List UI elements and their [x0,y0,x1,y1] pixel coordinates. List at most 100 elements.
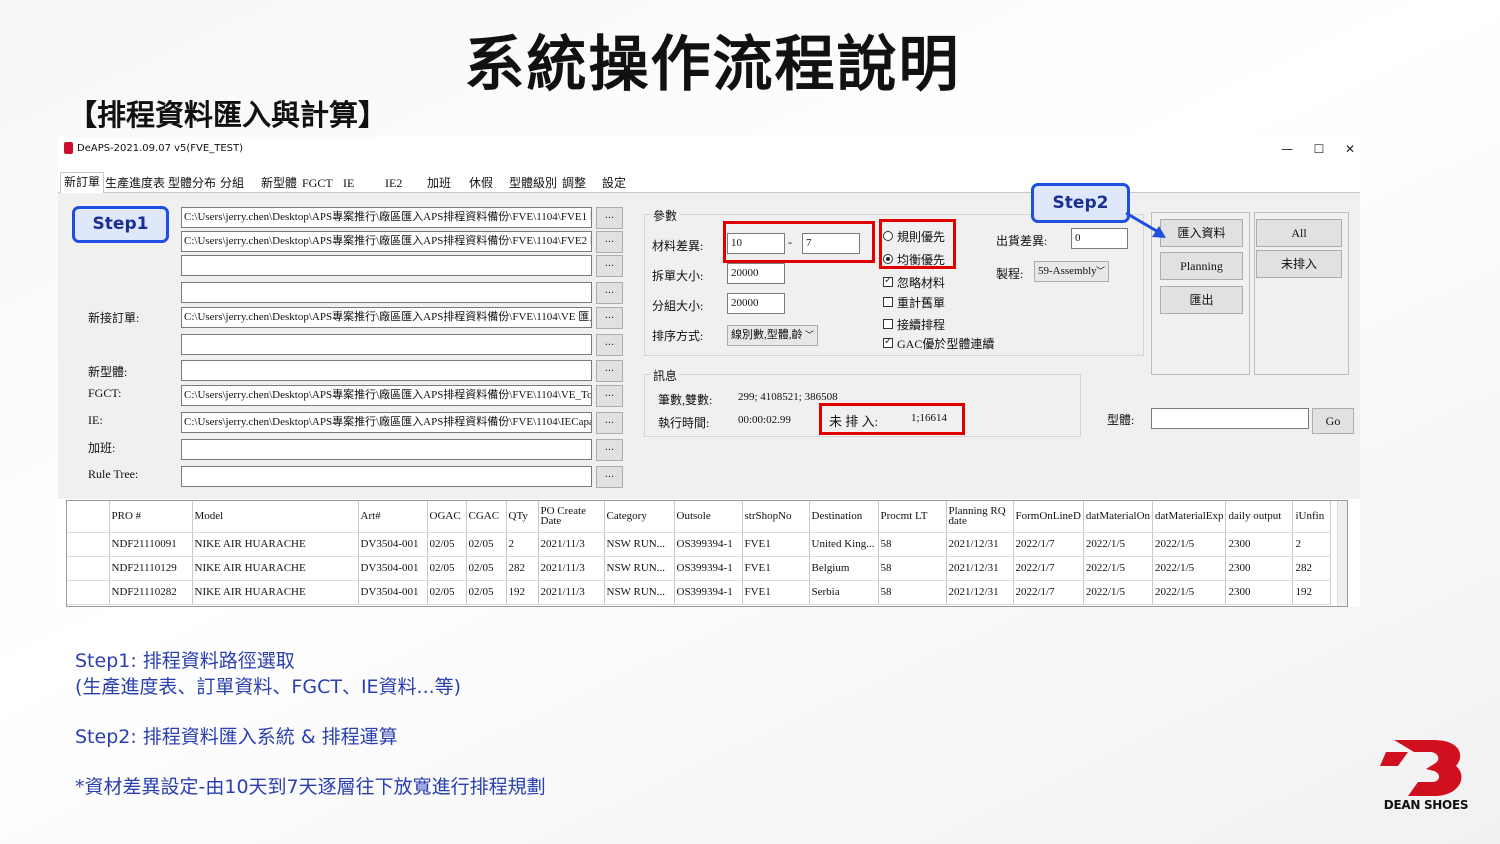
cell[interactable]: 2022/1/7 [1013,556,1084,581]
fgct-field[interactable]: C:\Users\jerry.chen\Desktop\APS專案推行\廠區匯入… [181,385,592,406]
cell[interactable]: 2021/11/3 [538,580,605,605]
table-row[interactable]: NDF21110282 NIKE AIR HUARACHE DV3504-001… [67,580,1332,605]
cell[interactable]: NIKE AIR HUARACHE [192,580,359,605]
continue-schedule-checkbox[interactable] [883,319,893,329]
column-header[interactable]: datMaterialExp [1152,501,1227,533]
cell[interactable]: 02/05 [427,556,467,581]
browse-button-5[interactable]: ... [596,307,623,329]
cell[interactable]: 2021/12/31 [946,532,1014,557]
cell[interactable]: NSW RUN... [604,580,675,605]
tab-adjust[interactable]: 調整 [559,174,589,193]
cell[interactable]: 58 [878,580,947,605]
column-header[interactable]: datMaterialOn [1083,501,1154,533]
tab-holiday[interactable]: 休假 [466,174,496,193]
cell[interactable]: 02/05 [427,580,467,605]
cell[interactable]: 282 [1292,556,1332,581]
tab-ie2[interactable]: IE2 [382,174,405,193]
cell[interactable]: FVE1 [742,532,810,557]
cell[interactable]: 2 [506,532,539,557]
cell[interactable]: FVE1 [742,580,810,605]
cell[interactable]: 2021/12/31 [946,556,1014,581]
cell[interactable]: 2022/1/5 [1083,556,1154,581]
column-header[interactable]: Art# [358,501,428,533]
go-button[interactable]: Go [1312,408,1354,434]
cell[interactable]: 2022/1/5 [1083,532,1154,557]
tab-model-level[interactable]: 型體級別 [506,174,560,193]
column-header[interactable]: Category [604,501,675,533]
browse-button-11[interactable]: ... [596,466,623,488]
tab-overtime[interactable]: 加班 [424,174,454,193]
cell[interactable]: 2022/1/5 [1152,556,1227,581]
cell[interactable]: 02/05 [466,580,507,605]
model-search-input[interactable] [1151,408,1309,429]
cell[interactable]: 282 [506,556,539,581]
rule-tree-field[interactable] [181,466,592,487]
all-button[interactable]: All [1256,219,1342,247]
minimize-button[interactable]: — [1273,139,1301,159]
browse-button-2[interactable]: ... [596,231,623,253]
cell[interactable]: 2022/1/7 [1013,580,1084,605]
tab-grouping[interactable]: 分組 [217,174,247,193]
file-path-field-4[interactable] [181,282,592,303]
cell[interactable]: NDF21110129 [109,556,193,581]
cell[interactable]: 2300 [1225,580,1294,605]
gac-priority-checkbox[interactable] [883,336,893,348]
browse-button-4[interactable]: ... [596,282,623,304]
tab-new-model[interactable]: 新型體 [258,174,300,193]
recalc-old-checkbox[interactable] [883,297,893,307]
cell[interactable]: NDF21110091 [109,532,193,557]
cell[interactable]: 192 [506,580,539,605]
ie-field[interactable]: C:\Users\jerry.chen\Desktop\APS專案推行\廠區匯入… [181,412,592,433]
browse-button-3[interactable]: ... [596,255,623,277]
column-header[interactable]: Model [192,501,359,533]
cell[interactable]: 2022/1/5 [1152,580,1227,605]
cell[interactable]: DV3504-001 [358,556,428,581]
browse-button-6[interactable]: ... [596,334,623,356]
cell[interactable]: 2021/11/3 [538,556,605,581]
cell[interactable]: 02/05 [466,532,507,557]
planning-button[interactable]: Planning [1160,252,1243,280]
file-path-field-2[interactable]: C:\Users\jerry.chen\Desktop\APS專案推行\廠區匯入… [181,231,592,252]
column-header[interactable]: FormOnLineD [1013,501,1084,533]
tab-settings[interactable]: 設定 [599,174,629,193]
row-header[interactable] [67,580,110,605]
overtime-field[interactable] [181,439,592,460]
cell[interactable]: 2022/1/7 [1013,532,1084,557]
cell[interactable]: 58 [878,532,947,557]
cell[interactable]: OS399394-1 [674,580,743,605]
cell[interactable]: 02/05 [466,556,507,581]
cell[interactable]: 2300 [1225,532,1294,557]
tab-progress[interactable]: 生產進度表 [102,174,168,193]
column-header[interactable]: daily output [1225,501,1294,533]
tab-model-distribution[interactable]: 型體分布 [165,174,219,193]
process-select[interactable]: 59-Assembly ﹀ [1034,261,1109,282]
group-size-input[interactable]: 20000 [727,293,785,314]
cell[interactable]: DV3504-001 [358,580,428,605]
cell[interactable]: United King... [809,532,879,557]
cell[interactable]: NIKE AIR HUARACHE [192,556,359,581]
column-header[interactable]: strShopNo [742,501,810,533]
column-header[interactable]: PO Create Date [538,501,605,533]
unscheduled-button[interactable]: 未排入 [1256,250,1342,278]
cell[interactable]: OS399394-1 [674,556,743,581]
browse-button-1[interactable]: ... [596,207,623,229]
cell[interactable]: OS399394-1 [674,532,743,557]
cell[interactable]: NDF21110282 [109,580,193,605]
column-header[interactable]: iUnfin [1292,501,1332,533]
close-button[interactable]: ✕ [1336,139,1364,159]
column-header[interactable]: Planning RQ date [946,501,1014,533]
cell[interactable]: 2022/1/5 [1152,532,1227,557]
row-header[interactable] [67,532,110,557]
cell[interactable]: Belgium [809,556,879,581]
export-button[interactable]: 匯出 [1160,286,1243,314]
column-header[interactable]: QTy [506,501,539,533]
import-button[interactable]: 匯入資料 [1160,219,1243,247]
table-row[interactable]: NDF21110129 NIKE AIR HUARACHE DV3504-001… [67,556,1332,581]
cell[interactable]: 02/05 [427,532,467,557]
tab-ie[interactable]: IE [340,174,357,193]
cell[interactable]: NSW RUN... [604,556,675,581]
cell[interactable]: 2 [1292,532,1332,557]
cell[interactable]: 58 [878,556,947,581]
cell[interactable]: NIKE AIR HUARACHE [192,532,359,557]
orders-grid[interactable]: PRO # Model Art# OGAC CGAC QTy PO Create… [66,500,1348,607]
